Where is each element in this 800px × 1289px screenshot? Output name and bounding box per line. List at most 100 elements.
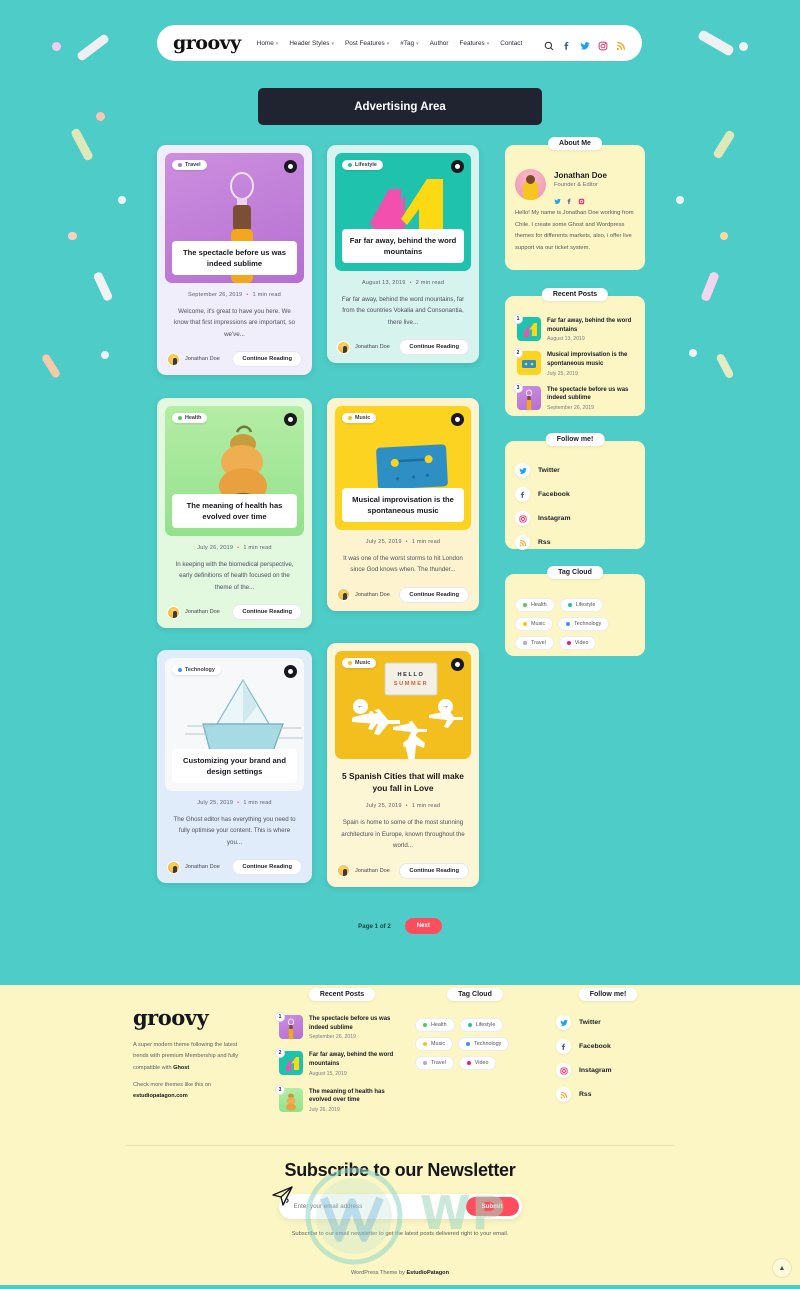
tag-chip-health[interactable]: Health [415, 1018, 455, 1032]
site-logo[interactable]: groovy [173, 32, 241, 54]
submit-button[interactable]: Submit [465, 1197, 519, 1216]
tag-label: Lifestyle [475, 1022, 496, 1028]
tag-chip-video[interactable]: Video [458, 1056, 497, 1070]
email-field[interactable] [281, 1203, 466, 1210]
author-name: Jonathan Doe [185, 864, 220, 871]
post-card[interactable]: Travel The spectacle before us was indee… [157, 145, 312, 376]
item-body: Musical improvisation is the spontaneous… [547, 351, 635, 376]
post-author[interactable]: Jonathan Doe [167, 605, 220, 619]
tag-chip-technology[interactable]: Technology [558, 617, 610, 631]
follow-item-facebook[interactable]: Facebook [515, 487, 635, 502]
continue-reading-button[interactable]: Continue Reading [399, 862, 469, 879]
nav-item-author[interactable]: Author [430, 40, 449, 47]
tag-chip-travel[interactable]: Travel [515, 636, 554, 650]
footer-widget-title: Follow me! [578, 988, 638, 1001]
post-card[interactable]: Music Musical improvisation is the spont… [327, 398, 479, 611]
instagram-icon[interactable] [598, 38, 608, 51]
author-name: Jonathan Doe [355, 344, 390, 351]
follow-item-rss[interactable]: Rss [556, 1087, 668, 1102]
avatar [337, 864, 350, 878]
post-footer: Jonathan Doe Continue Reading [335, 339, 471, 356]
post-title[interactable]: The meaning of health has evolved over t… [172, 494, 297, 528]
twitter-icon[interactable] [554, 192, 561, 204]
continue-reading-button[interactable]: Continue Reading [232, 351, 302, 368]
post-author[interactable]: Jonathan Doe [167, 860, 220, 874]
avatar [337, 340, 350, 354]
list-item[interactable]: 1 Far far away, behind the word mountain… [513, 314, 635, 342]
chevron-down-icon: ▾ [416, 40, 419, 47]
widget-title: About Me [548, 137, 602, 150]
facebook-icon[interactable] [562, 38, 572, 50]
follow-item-facebook[interactable]: Facebook [556, 1039, 668, 1054]
post-author[interactable]: Jonathan Doe [337, 588, 390, 602]
list-item[interactable]: 2 Musical improvisation is the spontaneo… [513, 348, 635, 377]
continue-reading-button[interactable]: Continue Reading [399, 339, 469, 356]
post-tag[interactable]: Music [342, 413, 377, 423]
next-page-button[interactable]: Next [404, 918, 442, 934]
tag-chip-music[interactable]: Music [515, 617, 554, 631]
nav-item-post-features[interactable]: Post Features ▾ [345, 40, 389, 47]
post-media: Music Musical improvisation is the spont… [335, 406, 471, 530]
continue-reading-button[interactable]: Continue Reading [232, 604, 302, 621]
post-card[interactable]: Music ← → HELLO SUMMER 5 Spanish Cities … [327, 643, 479, 887]
post-title[interactable]: Far far away, behind the word mountains [342, 229, 464, 263]
tag-chip-technology[interactable]: Technology [458, 1037, 510, 1051]
post-tag[interactable]: Lifestyle [342, 160, 383, 170]
continue-reading-button[interactable]: Continue Reading [232, 859, 302, 876]
list-item[interactable]: 3 The spectacle before us was indeed sub… [513, 382, 635, 411]
follow-item-rss[interactable]: Rss [515, 535, 635, 550]
rss-icon[interactable] [616, 38, 626, 51]
post-title[interactable]: The spectacle before us was indeed subli… [172, 241, 297, 275]
post-author[interactable]: Jonathan Doe [167, 352, 220, 366]
slider-prev-button[interactable]: ← [353, 699, 368, 714]
tag-chip-video[interactable]: Video [558, 636, 597, 650]
chevron-down-icon: ▾ [386, 40, 390, 47]
newsletter-section: Subscribe to our Newsletter Submit Subsc… [0, 1160, 800, 1241]
author-name: Jonathan Doe [185, 356, 220, 363]
post-tag[interactable]: Technology [172, 665, 221, 675]
credit-link[interactable]: EstudioPatagon [406, 1270, 449, 1276]
list-item[interactable]: 1 The spectacle before us was indeed sub… [275, 1012, 407, 1040]
item-body: Far far away, behind the word mountains … [547, 317, 635, 342]
post-author[interactable]: Jonathan Doe [337, 864, 390, 878]
post-meta: August 13, 2019 • 2 min read [361, 280, 445, 286]
post-date: July 25, 2019 [365, 803, 402, 810]
footer-logo[interactable]: groovy [133, 1005, 209, 1030]
list-item[interactable]: 2 Far far away, behind the word mountain… [275, 1048, 407, 1077]
facebook-icon[interactable] [566, 192, 573, 204]
search-icon[interactable] [544, 38, 554, 51]
nav-item-header-styles[interactable]: Header Styles ▾ [289, 40, 334, 47]
post-card[interactable]: Lifestyle Far far away, behind the word … [327, 145, 479, 364]
continue-reading-button[interactable]: Continue Reading [399, 586, 469, 603]
post-tag[interactable]: Music [342, 658, 377, 668]
author-name: Jonathan Doe [355, 591, 390, 598]
follow-item-twitter[interactable]: Twitter [556, 1015, 668, 1030]
tag-chip-travel[interactable]: Travel [415, 1056, 454, 1070]
follow-item-instagram[interactable]: Instagram [515, 511, 635, 526]
nav-item-features[interactable]: Features ▾ [460, 40, 490, 47]
tag-chip-music[interactable]: Music [415, 1037, 454, 1051]
slider-next-button[interactable]: → [438, 699, 453, 714]
nav-item-home[interactable]: Home ▾ [257, 40, 279, 47]
post-tag[interactable]: Travel [172, 160, 207, 170]
footer-more-link[interactable]: estudiopatagon.com [133, 1093, 188, 1099]
twitter-icon[interactable] [580, 38, 590, 50]
post-card[interactable]: Technology Customizing your brand and de… [157, 650, 312, 884]
footer-tag-list: Health Lifestyle Music Technology Travel… [415, 1018, 535, 1070]
post-title[interactable]: Customizing your brand and design settin… [172, 749, 297, 783]
post-title[interactable]: 5 Spanish Cities that will make you fall… [335, 770, 471, 794]
tag-chip-lifestyle[interactable]: Lifestyle [559, 598, 604, 612]
scroll-to-top-button[interactable]: ▲ [772, 1258, 792, 1278]
post-author[interactable]: Jonathan Doe [337, 340, 390, 354]
nav-item-contact[interactable]: Contact [500, 40, 522, 47]
tag-chip-health[interactable]: Health [515, 598, 555, 612]
follow-item-instagram[interactable]: Instagram [556, 1063, 668, 1078]
post-tag[interactable]: Health [172, 413, 208, 423]
list-item[interactable]: 3 The meaning of health has evolved over… [275, 1084, 407, 1113]
follow-item-twitter[interactable]: Twitter [515, 463, 635, 478]
post-title[interactable]: Musical improvisation is the spontaneous… [342, 488, 464, 522]
post-card[interactable]: Health The meaning of health has evolved… [157, 398, 312, 629]
tag-chip-lifestyle[interactable]: Lifestyle [459, 1018, 504, 1032]
nav-item-tag[interactable]: #Tag ▾ [400, 40, 418, 47]
instagram-icon[interactable] [578, 192, 585, 204]
